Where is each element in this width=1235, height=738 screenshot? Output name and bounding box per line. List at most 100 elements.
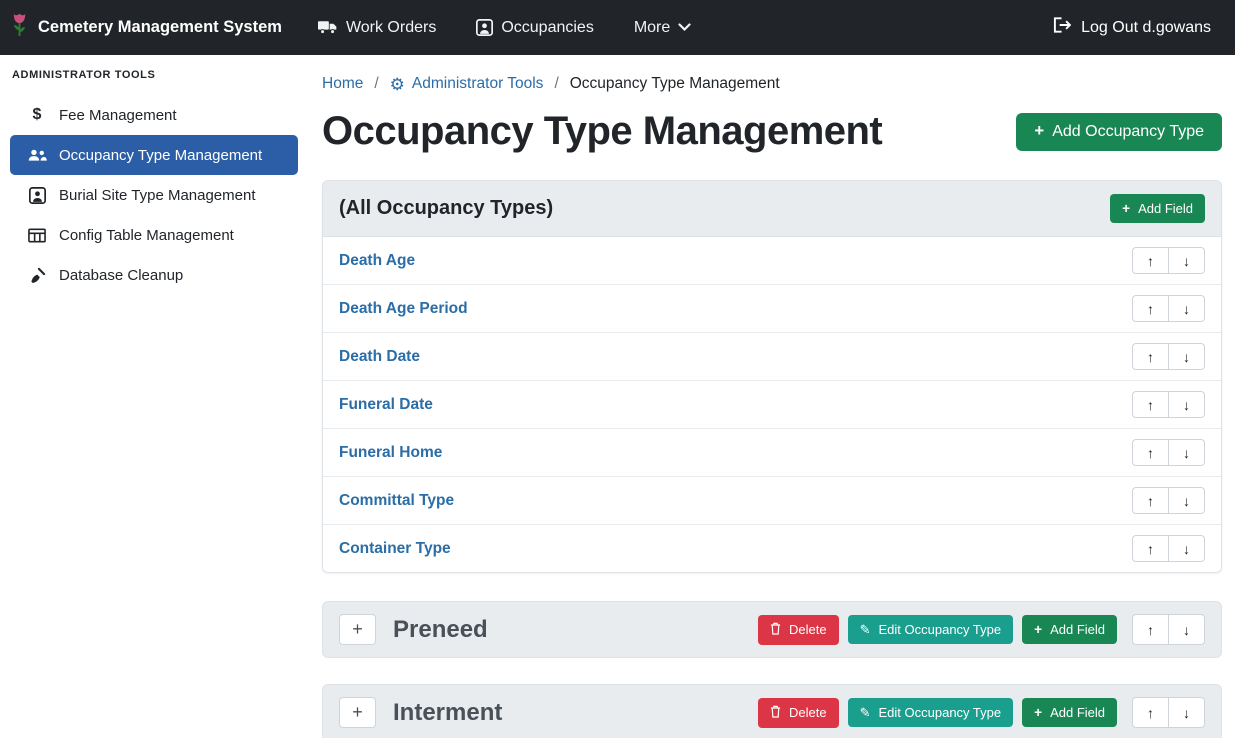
nav-work-orders-label: Work Orders xyxy=(346,19,436,37)
logout-label: Log Out d.gowans xyxy=(1081,19,1211,37)
move-up-button[interactable]: ↑ xyxy=(1132,247,1169,274)
reorder-controls: ↑ ↓ xyxy=(1132,697,1205,728)
sidebar-item-label: Config Table Management xyxy=(59,227,234,244)
field-link-committal-type[interactable]: Committal Type xyxy=(339,492,454,510)
sidebar-item-occupancy-type-management[interactable]: Occupancy Type Management xyxy=(10,135,298,175)
trash-icon xyxy=(770,622,781,638)
sidebar-heading: ADMINISTRATOR TOOLS xyxy=(0,69,308,95)
nav-more-label: More xyxy=(634,19,670,37)
expand-button[interactable]: + xyxy=(339,614,376,645)
section-actions: Delete ✎ Edit Occupancy Type + Add Field… xyxy=(758,614,1205,645)
reorder-controls: ↑ ↓ xyxy=(1132,391,1205,418)
field-row: Death Date ↑ ↓ xyxy=(323,333,1221,381)
reorder-controls: ↑ ↓ xyxy=(1132,439,1205,466)
move-up-button[interactable]: ↑ xyxy=(1132,487,1169,514)
truck-icon xyxy=(318,20,338,35)
section-actions: Delete ✎ Edit Occupancy Type + Add Field… xyxy=(758,697,1205,728)
broom-icon xyxy=(26,267,48,284)
brand-title: Cemetery Management System xyxy=(38,18,282,37)
breadcrumb-home[interactable]: Home xyxy=(322,75,363,93)
move-down-button[interactable]: ↓ xyxy=(1168,391,1205,418)
occupancy-type-section-interment: + Interment Delete ✎ Edit Occupancy Type xyxy=(322,684,1222,738)
flower-logo-icon xyxy=(10,12,29,43)
add-field-button[interactable]: + Add Field xyxy=(1110,194,1205,223)
sidebar-item-fee-management[interactable]: $ Fee Management xyxy=(0,95,308,135)
add-field-button[interactable]: + Add Field xyxy=(1022,615,1117,644)
section-title: Interment xyxy=(393,699,502,727)
field-link-death-date[interactable]: Death Date xyxy=(339,348,420,366)
edit-occupancy-type-button[interactable]: ✎ Edit Occupancy Type xyxy=(848,698,1014,727)
move-down-button[interactable]: ↓ xyxy=(1168,247,1205,274)
field-row: Committal Type ↑ ↓ xyxy=(323,477,1221,525)
sidebar-item-label: Database Cleanup xyxy=(59,267,183,284)
occupancy-type-section-preneed: + Preneed Delete ✎ Edit Occupancy Type xyxy=(322,601,1222,658)
admin-sidebar: ADMINISTRATOR TOOLS $ Fee Management Occ… xyxy=(0,55,308,738)
move-down-button[interactable]: ↓ xyxy=(1168,439,1205,466)
delete-button[interactable]: Delete xyxy=(758,698,839,728)
field-link-death-age[interactable]: Death Age xyxy=(339,252,415,270)
logout-button[interactable]: Log Out d.gowans xyxy=(1053,17,1211,38)
reorder-controls: ↑ ↓ xyxy=(1132,487,1205,514)
reorder-controls: ↑ ↓ xyxy=(1132,614,1205,645)
card-title: (All Occupancy Types) xyxy=(339,197,553,220)
sidebar-item-database-cleanup[interactable]: Database Cleanup xyxy=(0,255,308,295)
top-navbar: Cemetery Management System Work Orders xyxy=(0,0,1235,55)
field-link-death-age-period[interactable]: Death Age Period xyxy=(339,300,468,318)
reorder-controls: ↑ ↓ xyxy=(1132,295,1205,322)
field-row: Funeral Home ↑ ↓ xyxy=(323,429,1221,477)
plus-icon: + xyxy=(1034,706,1042,720)
sidebar-item-label: Occupancy Type Management xyxy=(59,147,262,164)
nav-occupancies-label: Occupancies xyxy=(501,19,594,37)
field-link-funeral-date[interactable]: Funeral Date xyxy=(339,396,433,414)
app-brand[interactable]: Cemetery Management System xyxy=(10,12,282,43)
move-up-button[interactable]: ↑ xyxy=(1132,535,1169,562)
move-up-button[interactable]: ↑ xyxy=(1132,439,1169,466)
portrait-icon xyxy=(476,19,493,36)
breadcrumb-administrator-tools[interactable]: ⚙ Administrator Tools xyxy=(390,75,544,93)
users-icon xyxy=(26,148,48,162)
delete-button[interactable]: Delete xyxy=(758,615,839,645)
nav-more[interactable]: More xyxy=(634,19,691,37)
move-up-button[interactable]: ↑ xyxy=(1132,343,1169,370)
section-title: Preneed xyxy=(393,616,488,644)
add-occupancy-type-button[interactable]: + Add Occupancy Type xyxy=(1016,113,1222,151)
sidebar-item-label: Fee Management xyxy=(59,107,177,124)
move-down-button[interactable]: ↓ xyxy=(1168,614,1205,645)
move-down-button[interactable]: ↓ xyxy=(1168,295,1205,322)
breadcrumb: Home / ⚙ Administrator Tools / Occupancy… xyxy=(322,75,1222,93)
breadcrumb-separator: / xyxy=(374,75,378,93)
add-field-button[interactable]: + Add Field xyxy=(1022,698,1117,727)
sidebar-item-config-table-management[interactable]: Config Table Management xyxy=(0,215,308,255)
field-row: Container Type ↑ ↓ xyxy=(323,525,1221,572)
plus-icon: + xyxy=(1122,202,1130,216)
sidebar-item-burial-site-type-management[interactable]: Burial Site Type Management xyxy=(0,175,308,215)
logout-icon xyxy=(1053,17,1072,38)
move-down-button[interactable]: ↓ xyxy=(1168,535,1205,562)
move-down-button[interactable]: ↓ xyxy=(1168,343,1205,370)
plus-icon: + xyxy=(1034,123,1044,140)
move-down-button[interactable]: ↓ xyxy=(1168,697,1205,728)
move-up-button[interactable]: ↑ xyxy=(1132,697,1169,728)
field-link-container-type[interactable]: Container Type xyxy=(339,540,451,558)
table-icon xyxy=(26,228,48,243)
expand-button[interactable]: + xyxy=(339,697,376,728)
move-up-button[interactable]: ↑ xyxy=(1132,614,1169,645)
pencil-icon: ✎ xyxy=(860,706,871,719)
reorder-controls: ↑ ↓ xyxy=(1132,247,1205,274)
field-link-funeral-home[interactable]: Funeral Home xyxy=(339,444,442,462)
all-occupancy-types-header: (All Occupancy Types) + Add Field xyxy=(323,181,1221,237)
move-up-button[interactable]: ↑ xyxy=(1132,295,1169,322)
breadcrumb-separator: / xyxy=(554,75,558,93)
move-up-button[interactable]: ↑ xyxy=(1132,391,1169,418)
main-content: Home / ⚙ Administrator Tools / Occupancy… xyxy=(308,55,1235,738)
trash-icon xyxy=(770,705,781,721)
breadcrumb-current: Occupancy Type Management xyxy=(570,75,780,93)
edit-occupancy-type-button[interactable]: ✎ Edit Occupancy Type xyxy=(848,615,1014,644)
field-row: Death Age ↑ ↓ xyxy=(323,237,1221,285)
move-down-button[interactable]: ↓ xyxy=(1168,487,1205,514)
sidebar-item-label: Burial Site Type Management xyxy=(59,187,256,204)
nav-work-orders[interactable]: Work Orders xyxy=(318,19,436,37)
nav-occupancies[interactable]: Occupancies xyxy=(476,19,594,37)
plus-icon: + xyxy=(1034,623,1042,637)
dollar-icon: $ xyxy=(26,106,48,124)
